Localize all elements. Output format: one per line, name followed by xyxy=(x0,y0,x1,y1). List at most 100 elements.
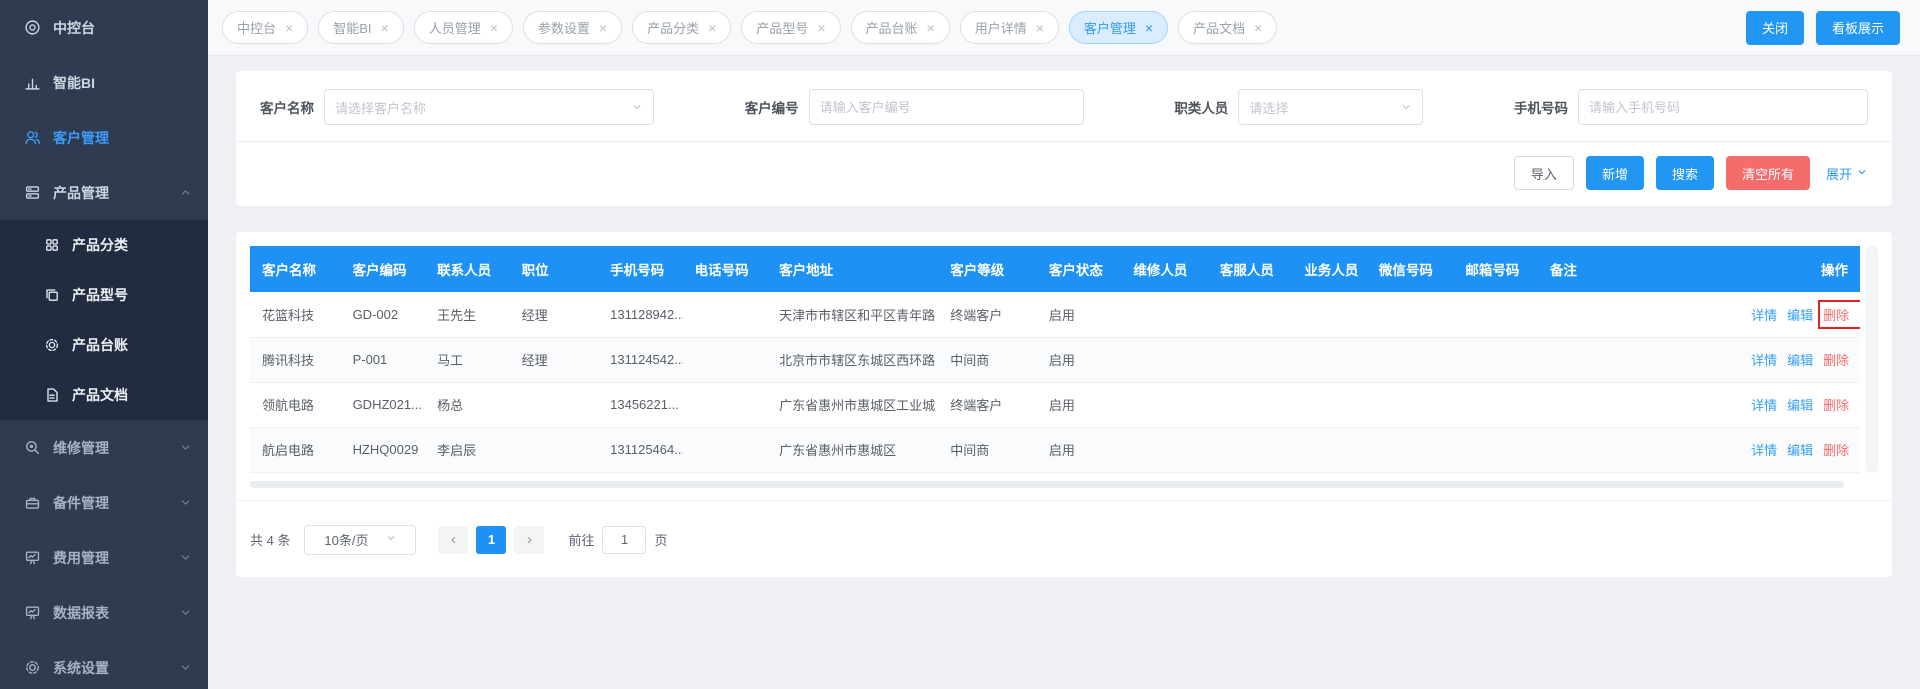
sidebar-item-bi[interactable]: 智能BI xyxy=(0,55,208,110)
dashboard-display-button[interactable]: 看板展示 xyxy=(1816,11,1900,45)
filter-card: 客户名称请选择客户名称客户编号职类人员请选择手机号码 导入 新增 搜索 清空所有… xyxy=(236,71,1892,206)
cell: 经理 xyxy=(510,337,599,382)
prev-page-button[interactable]: ‹ xyxy=(438,526,468,554)
tab-close-icon[interactable]: × xyxy=(285,21,293,35)
tab-label: 产品型号 xyxy=(756,18,808,37)
tab-close-icon[interactable]: × xyxy=(817,21,825,35)
import-button[interactable]: 导入 xyxy=(1514,156,1574,190)
cell: GD-002 xyxy=(341,292,426,337)
expand-toggle[interactable]: 展开 xyxy=(1826,164,1868,183)
pagination: 共 4 条 10条/页 ‹ 1 › 前往 xyxy=(250,525,1878,555)
tab-close-icon[interactable]: × xyxy=(1145,21,1153,35)
sidebar-subitem-product-doc[interactable]: 产品文档 xyxy=(0,370,208,420)
clear-all-button[interactable]: 清空所有 xyxy=(1726,156,1810,190)
disable-link[interactable]: 禁用 xyxy=(1859,308,1860,323)
horizontal-scrollbar-thumb[interactable] xyxy=(250,481,1844,488)
tab-staff[interactable]: 人员管理× xyxy=(414,11,513,44)
danger-actions: 删除禁用 xyxy=(1813,353,1860,368)
cell: 杨总 xyxy=(425,382,510,427)
delete-link[interactable]: 删除 xyxy=(1823,398,1849,413)
sidebar-item-label: 备件管理 xyxy=(53,493,167,513)
tab-params[interactable]: 参数设置× xyxy=(523,11,622,44)
cell xyxy=(510,427,599,472)
search-button[interactable]: 搜索 xyxy=(1656,156,1714,190)
page-size-select[interactable]: 10条/页 xyxy=(304,525,416,555)
sidebar-subitem-product-category[interactable]: 产品分类 xyxy=(0,220,208,270)
close-button[interactable]: 关闭 xyxy=(1746,11,1804,45)
cell: 131124542... xyxy=(598,337,683,382)
tab-product-category[interactable]: 产品分类× xyxy=(632,11,731,44)
cell: 终端客户 xyxy=(938,292,1037,337)
edit-link[interactable]: 编辑 xyxy=(1787,308,1813,323)
page-1-button[interactable]: 1 xyxy=(476,526,506,554)
detail-link[interactable]: 详情 xyxy=(1751,398,1777,413)
tab-close-icon[interactable]: × xyxy=(927,21,935,35)
sidebar-subitem-product-model[interactable]: 产品型号 xyxy=(0,270,208,320)
table-card: 客户名称客户编码联系人员职位手机号码电话号码客户地址客户等级客户状态维修人员客服… xyxy=(236,232,1892,577)
sidebar-item-report[interactable]: 数据报表 xyxy=(0,585,208,640)
tab-close-icon[interactable]: × xyxy=(490,21,498,35)
disable-link[interactable]: 禁用 xyxy=(1859,353,1860,368)
chevron-down-icon xyxy=(179,441,192,454)
customer-name-select[interactable]: 请选择客户名称 xyxy=(324,89,654,125)
cell xyxy=(1538,382,1729,427)
detail-link[interactable]: 详情 xyxy=(1751,443,1777,458)
sidebar-subitem-label: 产品分类 xyxy=(72,235,192,255)
tab-console[interactable]: 中控台 × xyxy=(222,11,308,44)
tab-close-icon[interactable]: × xyxy=(381,21,389,35)
tab-close-icon[interactable]: × xyxy=(708,21,716,35)
edit-link[interactable]: 编辑 xyxy=(1787,398,1813,413)
total-count-label: 共 4 条 xyxy=(250,530,290,549)
stack-icon xyxy=(24,184,41,201)
sidebar-item-console[interactable]: 中控台 xyxy=(0,0,208,55)
add-button[interactable]: 新增 xyxy=(1586,156,1644,190)
sidebar-item-label: 数据报表 xyxy=(53,603,167,623)
detail-link[interactable]: 详情 xyxy=(1751,353,1777,368)
tab-close-icon[interactable]: × xyxy=(1036,21,1044,35)
sidebar-item-repair[interactable]: 维修管理 xyxy=(0,420,208,475)
edit-link[interactable]: 编辑 xyxy=(1787,443,1813,458)
delete-link[interactable]: 删除 xyxy=(1823,353,1849,368)
sidebar-item-product[interactable]: 产品管理 xyxy=(0,165,208,220)
sidebar-item-settings[interactable]: 系统设置 xyxy=(0,640,208,689)
tab-label: 中控台 xyxy=(237,18,276,37)
vertical-scrollbar[interactable] xyxy=(1866,246,1878,473)
disable-link[interactable]: 禁用 xyxy=(1859,398,1860,413)
customer-code-input[interactable] xyxy=(809,89,1084,125)
row-actions: 详情编辑删除禁用 xyxy=(1729,292,1860,337)
cell xyxy=(1292,292,1366,337)
detail-link[interactable]: 详情 xyxy=(1751,308,1777,323)
cell xyxy=(1208,382,1293,427)
tab-close-icon[interactable]: × xyxy=(1254,21,1262,35)
staff-type-select[interactable]: 请选择 xyxy=(1238,89,1423,125)
tab-bi[interactable]: 智能BI× xyxy=(318,11,403,44)
tab-product-ledger[interactable]: 产品台账× xyxy=(851,11,950,44)
delete-link[interactable]: 删除 xyxy=(1823,443,1849,458)
chevron-down-icon xyxy=(1400,101,1412,113)
gear-icon xyxy=(24,659,41,676)
cell: 131128942... xyxy=(598,292,683,337)
next-page-button[interactable]: › xyxy=(514,526,544,554)
select-placeholder: 请选择 xyxy=(1249,98,1288,117)
select-placeholder: 请选择客户名称 xyxy=(335,98,426,117)
disable-link[interactable]: 禁用 xyxy=(1859,443,1860,458)
horizontal-scrollbar[interactable] xyxy=(250,481,1860,488)
tab-close-icon[interactable]: × xyxy=(599,21,607,35)
mobile-input[interactable] xyxy=(1578,89,1868,125)
tab-product-doc[interactable]: 产品文档× xyxy=(1178,11,1277,44)
toolbar: 导入 新增 搜索 清空所有 展开 xyxy=(260,142,1868,194)
sidebar-item-customer[interactable]: 客户管理 xyxy=(0,110,208,165)
column-header: 电话号码 xyxy=(683,246,768,292)
sidebar-item-spare[interactable]: 备件管理 xyxy=(0,475,208,530)
delete-link[interactable]: 删除 xyxy=(1823,308,1849,323)
cell: 航启电路 xyxy=(250,427,341,472)
goto-page-input[interactable] xyxy=(602,526,646,554)
tab-product-model[interactable]: 产品型号 × xyxy=(741,11,840,44)
sidebar-item-expense[interactable]: 费用管理 xyxy=(0,530,208,585)
tab-customer[interactable]: 客户管理 × xyxy=(1069,11,1168,44)
sidebar-subitem-product-ledger[interactable]: 产品台账 xyxy=(0,320,208,370)
edit-link[interactable]: 编辑 xyxy=(1787,353,1813,368)
cell: 天津市市辖区和平区青年路 xyxy=(767,292,938,337)
tab-label: 客户管理 xyxy=(1084,18,1136,37)
tab-user-detail[interactable]: 用户详情× xyxy=(960,11,1059,44)
